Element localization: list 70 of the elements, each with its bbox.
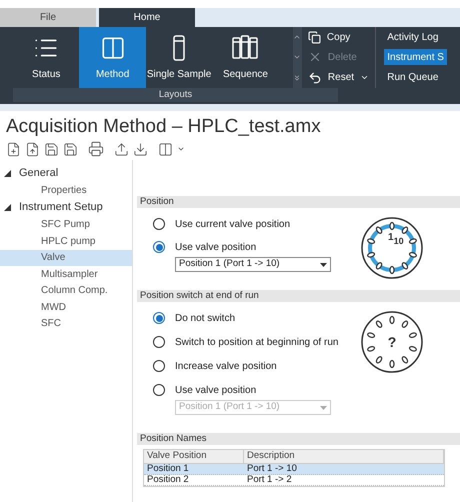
- table-cell-text: Port 1 -> 10: [246, 464, 298, 474]
- caret-icon[interactable]: [177, 145, 185, 153]
- tree-group[interactable]: Instrument Setup: [0, 198, 132, 216]
- column-header[interactable]: Description: [244, 450, 444, 463]
- radio-button[interactable]: [153, 384, 165, 396]
- tree-item[interactable]: SFC Pump: [0, 216, 132, 233]
- layout-icon[interactable]: [158, 142, 173, 156]
- layout-button[interactable]: Method: [79, 27, 146, 88]
- tree-item[interactable]: Column Comp.: [0, 282, 132, 299]
- table-cell-text: Position 2: [146, 475, 190, 485]
- radio-label: Switch to position at beginning of run: [175, 336, 338, 350]
- tree-item[interactable]: SFC: [0, 316, 132, 332]
- tree-item[interactable]: Valve: [0, 250, 132, 266]
- dropdown-arrow-icon: [320, 262, 327, 266]
- table-cell-text: Position 1: [146, 464, 190, 474]
- radio-button[interactable]: [153, 360, 165, 372]
- radio-label: Use current valve position: [175, 218, 290, 232]
- upload-icon[interactable]: [114, 142, 129, 156]
- copy-icon: [308, 30, 321, 44]
- edit-action[interactable]: Reset: [308, 70, 376, 86]
- layout-button[interactable]: Sequence: [212, 27, 279, 88]
- expand-triangle-icon: [4, 170, 11, 176]
- radio-label: Increase valve position: [175, 360, 277, 374]
- view-item[interactable]: Run Queue: [384, 70, 447, 86]
- radio-label: Use valve position: [175, 240, 256, 254]
- vial-icon: [172, 35, 186, 61]
- column-header[interactable]: Valve Position: [144, 450, 244, 463]
- radio-button[interactable]: [153, 312, 165, 324]
- open-file-icon[interactable]: [25, 142, 40, 156]
- radio-label: Do not switch: [175, 312, 236, 326]
- table-row[interactable]: Position 1 Port 1 -> 10: [144, 464, 444, 475]
- valve-diagram-drawing: ?: [360, 310, 424, 374]
- ribbon-tab[interactable]: File: [0, 8, 96, 27]
- expand-triangle-icon: [4, 204, 11, 211]
- tree-item[interactable]: MWD: [0, 299, 132, 316]
- radio-button[interactable]: [153, 336, 165, 348]
- layout-button[interactable]: Status: [13, 27, 80, 88]
- group-label: Layouts: [13, 88, 338, 102]
- radio-button[interactable]: [153, 241, 165, 253]
- chevrons-down-icon: [293, 74, 302, 82]
- tree-item[interactable]: Multisampler: [0, 266, 132, 282]
- section-header: Position Names: [137, 433, 460, 445]
- tree-item[interactable]: Properties: [0, 182, 132, 198]
- table-row[interactable]: Position 2 Port 1 -> 2: [144, 475, 444, 486]
- ribbon-tab[interactable]: Home: [99, 8, 195, 27]
- tree-item[interactable]: HPLC pump: [0, 233, 132, 250]
- tree-group[interactable]: General: [0, 164, 132, 182]
- dropdown-arrow-icon: [320, 406, 327, 410]
- dropdown-value: Position 1 (Port 1 -> 10): [179, 257, 280, 272]
- new-file-icon[interactable]: [6, 142, 21, 156]
- dropdown-value: Position 1 (Port 1 -> 10): [179, 400, 280, 414]
- view-item[interactable]: Instrument S: [384, 49, 447, 66]
- save-as-icon[interactable]: [63, 142, 78, 156]
- view-item[interactable]: Activity Log: [384, 29, 447, 46]
- undo-icon: [308, 70, 322, 85]
- table-cell-text: Port 1 -> 2: [246, 475, 293, 485]
- radio-label: Use valve position: [175, 384, 256, 398]
- section-header: Position switch at end of run: [137, 290, 460, 302]
- scroll-strip[interactable]: [292, 27, 302, 88]
- page-title: Acquisition Method – HPLC_test.amx: [5, 116, 322, 138]
- download-icon[interactable]: [133, 142, 148, 156]
- book-icon: [100, 35, 126, 61]
- radio-button[interactable]: [153, 218, 165, 230]
- save-icon[interactable]: [44, 142, 59, 156]
- print-icon[interactable]: [88, 141, 104, 157]
- position-dropdown[interactable]: Position 1 (Port 1 -> 10): [175, 257, 331, 272]
- vials-icon: [232, 35, 258, 61]
- layout-button[interactable]: Single Sample: [146, 27, 212, 88]
- section-header: Position: [137, 196, 460, 208]
- edit-action[interactable]: Copy: [308, 30, 376, 45]
